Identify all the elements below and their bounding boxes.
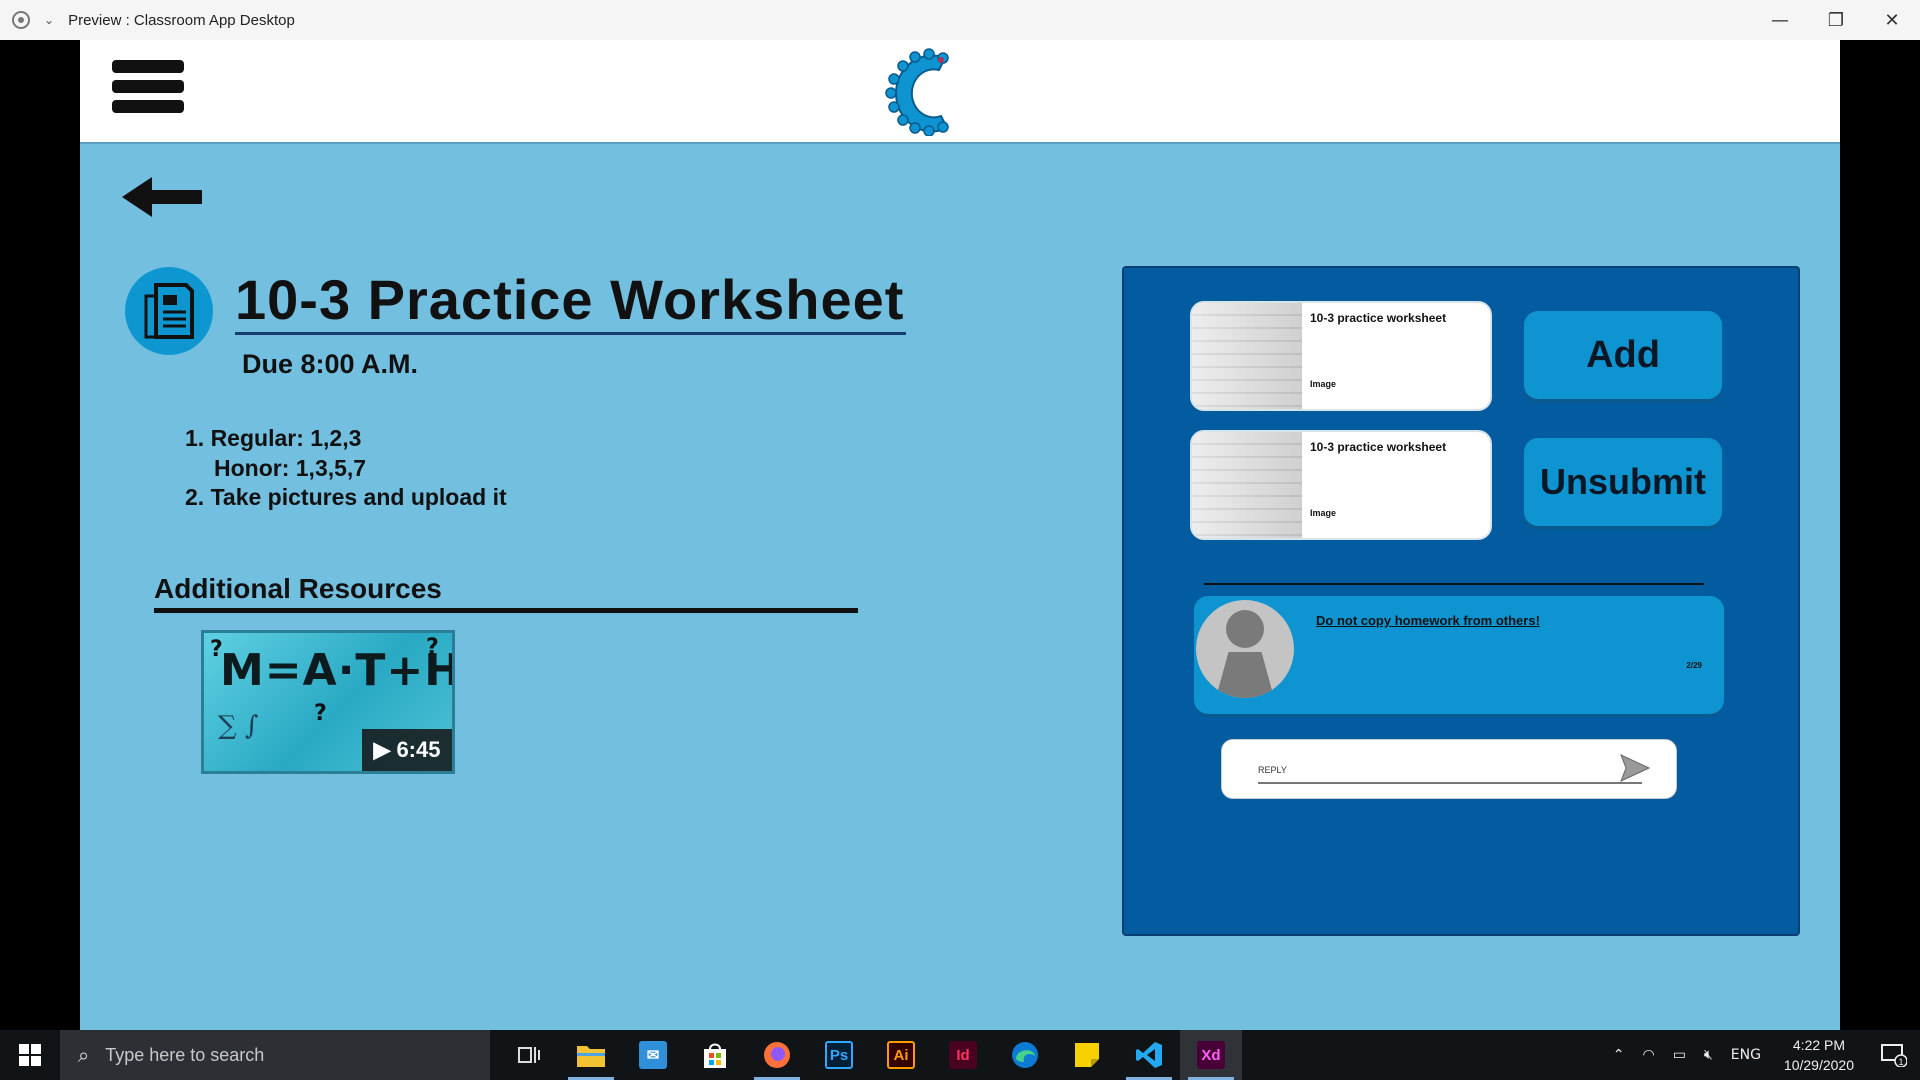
illustrator-icon[interactable]: Ai [870,1030,932,1080]
video-formula-art: ∑ ∫ [218,711,259,741]
attachment-card[interactable]: 10-3 practice worksheet Image [1190,430,1492,540]
chevron-up-icon[interactable]: ⌃ [1613,1047,1625,1063]
avatar [1196,600,1294,698]
notification-center-icon[interactable]: 1 [1868,1030,1920,1080]
file-explorer-icon[interactable] [560,1030,622,1080]
attachment-name: 10-3 practice worksheet [1310,440,1447,454]
comment-date: 2/29 [1686,661,1702,670]
vscode-icon[interactable] [1118,1030,1180,1080]
menu-icon[interactable] [112,60,184,120]
window-titlebar: ⌄ Preview : Classroom App Desktop — ❐ ✕ [0,0,1920,40]
photoshop-icon[interactable]: Ps [808,1030,870,1080]
app-header [80,40,1840,144]
minimize-button[interactable]: — [1752,0,1808,40]
edge-icon[interactable] [994,1030,1056,1080]
assignment-title: 10-3 Practice Worksheet [235,268,907,335]
resources-divider [154,608,858,613]
back-arrow-icon[interactable] [122,174,204,220]
question-mark-art: ? [210,637,223,662]
question-mark-art: ? [314,701,327,726]
app-record-icon [12,11,30,29]
app-canvas: 10-3 Practice Worksheet Due 8:00 A.M. 1.… [80,40,1840,1030]
attachment-card[interactable]: 10-3 practice worksheet Image [1190,301,1492,411]
add-button[interactable]: Add [1524,311,1722,399]
video-duration-badge: ▶ 6:45 [362,729,452,771]
microsoft-store-icon[interactable] [684,1030,746,1080]
window-title: Preview : Classroom App Desktop [68,11,295,29]
indesign-icon[interactable]: Id [932,1030,994,1080]
comment-text[interactable]: Do not copy homework from others! [1316,613,1540,628]
instruction-item: Honor: 1,3,5,7 [214,454,367,481]
taskbar: ⌕ Type here to search ✉ Ps Ai Id Xd ⌃ ◠ … [0,1030,1920,1080]
clock[interactable]: 4:22 PM 10/29/2020 [1784,1035,1854,1075]
assignment-document-icon [125,267,213,355]
comment-card: Do not copy homework from others! 2/29 [1194,596,1724,714]
battery-icon[interactable]: ▭ [1673,1047,1686,1063]
windows-logo-icon [19,1044,41,1066]
panel-divider [1204,583,1704,585]
clock-time: 4:22 PM [1792,1037,1846,1053]
instruction-item: 1. Regular: 1,2,3 [185,425,362,451]
restore-button[interactable]: ❐ [1808,0,1864,40]
video-title: M=A·T+H [220,645,455,696]
speaker-muted-icon[interactable]: 🔇︎ [1704,1047,1713,1063]
due-time: Due 8:00 A.M. [242,349,419,379]
instruction-item: 2. Take pictures and upload it [185,484,507,510]
reply-box [1221,739,1677,799]
search-icon: ⌕ [78,1043,90,1067]
question-mark-art: ? [426,635,439,660]
classroom-logo [885,48,949,136]
adobe-xd-icon[interactable]: Xd [1180,1030,1242,1080]
firefox-icon[interactable] [746,1030,808,1080]
attachment-thumbnail [1192,303,1302,409]
resources-heading: Additional Resources [154,573,442,604]
system-tray: ⌃ ◠ ▭ 🔇︎ ENG 4:22 PM 10/29/2020 1 [1604,1030,1920,1080]
reply-input[interactable] [1258,758,1642,784]
video-thumbnail[interactable]: M=A·T+H ∑ ∫ ? ? ? ▶ 6:45 [201,630,455,774]
close-button[interactable]: ✕ [1864,0,1920,40]
unsubmit-button[interactable]: Unsubmit [1524,438,1722,526]
play-icon: ▶ [373,737,391,762]
task-view-icon[interactable] [498,1030,560,1080]
instructions-list: 1. Regular: 1,2,3 Honor: 1,3,5,7 2. Take… [185,424,507,513]
search-placeholder: Type here to search [105,1044,265,1065]
attachment-type: Image [1310,508,1337,518]
start-button[interactable] [0,1030,60,1080]
notification-count: 1 [1899,1057,1904,1067]
chevron-down-icon[interactable]: ⌄ [44,13,54,27]
language-indicator[interactable]: ENG [1731,1047,1761,1063]
taskbar-apps: ✉ Ps Ai Id Xd [498,1030,1242,1080]
outlook-icon[interactable]: ✉ [622,1030,684,1080]
wifi-icon[interactable]: ◠ [1642,1047,1654,1063]
video-duration: 6:45 [396,737,441,762]
sticky-notes-icon[interactable] [1056,1030,1118,1080]
attachment-thumbnail [1192,432,1302,538]
window-controls: — ❐ ✕ [1752,0,1920,40]
send-icon[interactable] [1620,754,1650,782]
attachment-name: 10-3 practice worksheet [1310,311,1447,325]
taskbar-search[interactable]: ⌕ Type here to search [60,1030,490,1080]
submission-panel: 10-3 practice worksheet Image 10-3 pract… [1122,266,1800,936]
clock-date: 10/29/2020 [1783,1057,1854,1073]
attachment-type: Image [1310,379,1337,389]
